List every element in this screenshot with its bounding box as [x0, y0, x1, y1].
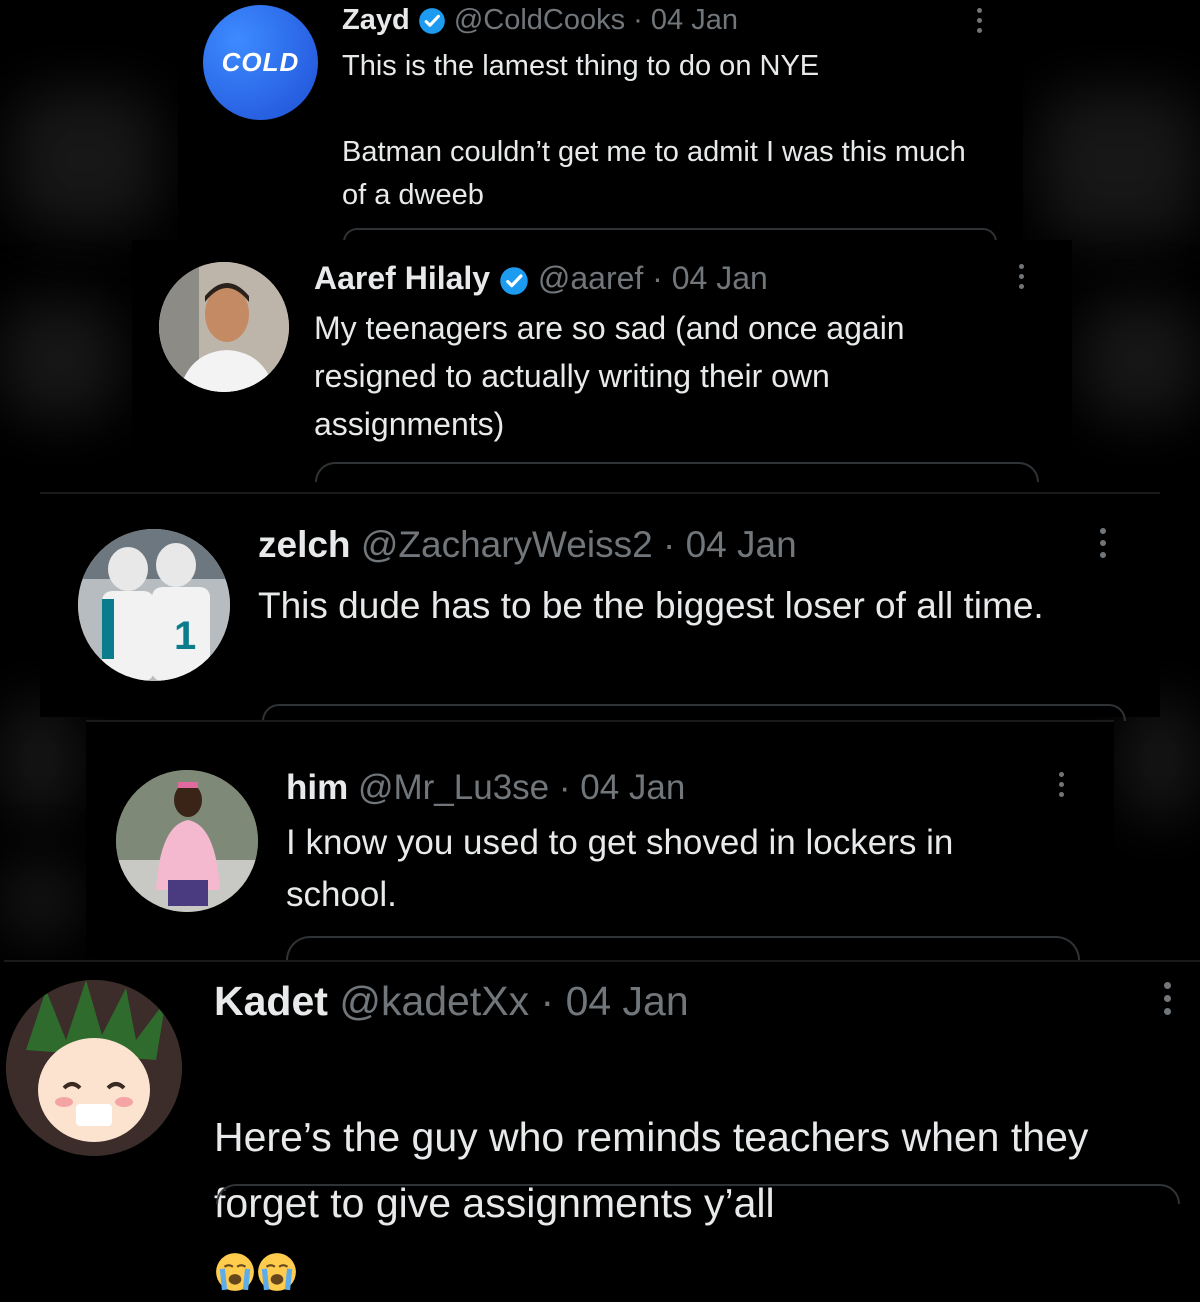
tweet-text: Here’s the guy who reminds teachers when… — [214, 1114, 1089, 1226]
tweet-card[interactable]: him @Mr_Lu3se · 04 Jan I know you used t… — [86, 720, 1114, 962]
tweet-text-block: Here’s the guy who reminds teachers when… — [214, 1038, 1164, 1302]
more-options-icon[interactable] — [1019, 264, 1024, 289]
handle[interactable]: @ZacharyWeiss2 — [361, 524, 653, 565]
tweet-header: him @Mr_Lu3se · 04 Jan — [286, 768, 685, 808]
more-options-icon[interactable] — [977, 8, 982, 33]
avatar[interactable]: COLD — [203, 5, 318, 120]
display-name[interactable]: zelch — [258, 524, 351, 565]
verified-badge-icon — [418, 8, 445, 35]
tweet-card[interactable]: COLD Zayd @ColdCooks · 04 Jan This is th… — [178, 0, 1023, 242]
avatar[interactable] — [116, 770, 258, 912]
handle[interactable]: @Mr_Lu3se — [358, 768, 549, 807]
display-name[interactable]: Zayd — [342, 4, 410, 36]
tweet-date[interactable]: 04 Jan — [686, 524, 797, 565]
tweet-date[interactable]: 04 Jan — [672, 260, 768, 296]
profile-photo-icon: 1 — [78, 529, 230, 681]
loudly-crying-face-icon — [216, 1253, 254, 1292]
separator: · — [652, 260, 663, 296]
handle[interactable]: @aaref — [538, 260, 643, 296]
tweet-header: Kadet @kadetXx · 04 Jan — [214, 978, 689, 1025]
tweet-text: This is the lamest thing to do on NYE Ba… — [342, 50, 966, 211]
cold-logo-text: COLD — [221, 47, 300, 77]
quoted-tweet-embed[interactable] — [315, 462, 1039, 482]
more-options-icon[interactable] — [1100, 528, 1106, 558]
display-name[interactable]: Kadet — [214, 978, 328, 1024]
profile-photo-icon — [116, 770, 258, 912]
tweet-date[interactable]: 04 Jan — [651, 4, 738, 36]
handle[interactable]: @ColdCooks — [454, 4, 625, 36]
tweet-date[interactable]: 04 Jan — [566, 978, 689, 1024]
tweet-text: This dude has to be the biggest loser of… — [258, 585, 1044, 626]
tweet-card[interactable]: Aaref Hilaly @aaref · 04 Jan My teenager… — [132, 240, 1072, 482]
tweet-card[interactable]: Kadet @kadetXx · 04 Jan Here’s the guy w… — [4, 960, 1200, 1292]
tweet-header: Aaref Hilaly @aaref · 04 Jan — [314, 260, 768, 297]
quoted-tweet-embed[interactable] — [216, 1184, 1180, 1204]
avatar[interactable] — [159, 262, 289, 392]
more-options-icon[interactable] — [1164, 982, 1171, 1015]
loudly-crying-face-icon — [258, 1253, 296, 1292]
separator: · — [558, 768, 571, 807]
tweet-header: zelch @ZacharyWeiss2 · 04 Jan — [258, 524, 797, 566]
handle[interactable]: @kadetXx — [339, 978, 529, 1024]
profile-photo-icon — [159, 262, 289, 392]
display-name[interactable]: him — [286, 768, 348, 807]
tweet-text: I know you used to get shoved in lockers… — [286, 823, 954, 914]
svg-text:1: 1 — [174, 614, 196, 658]
separator: · — [633, 4, 643, 36]
display-name[interactable]: Aaref Hilaly — [314, 260, 490, 296]
verified-badge-icon — [500, 266, 528, 295]
tweet-date[interactable]: 04 Jan — [580, 768, 685, 807]
separator: · — [540, 978, 555, 1024]
tweet-text: My teenagers are so sad (and once again … — [314, 310, 905, 442]
separator: · — [662, 524, 676, 565]
anime-character-icon — [6, 980, 182, 1156]
quoted-tweet-embed[interactable] — [262, 704, 1126, 721]
avatar[interactable] — [6, 980, 182, 1156]
tweet-header: Zayd @ColdCooks · 04 Jan — [342, 4, 738, 37]
quoted-tweet-embed[interactable] — [286, 936, 1080, 962]
tweet-card[interactable]: 1 zelch @ZacharyWeiss2 · 04 Jan This dud… — [40, 492, 1160, 721]
avatar[interactable]: 1 — [78, 529, 230, 681]
more-options-icon[interactable] — [1059, 772, 1064, 797]
